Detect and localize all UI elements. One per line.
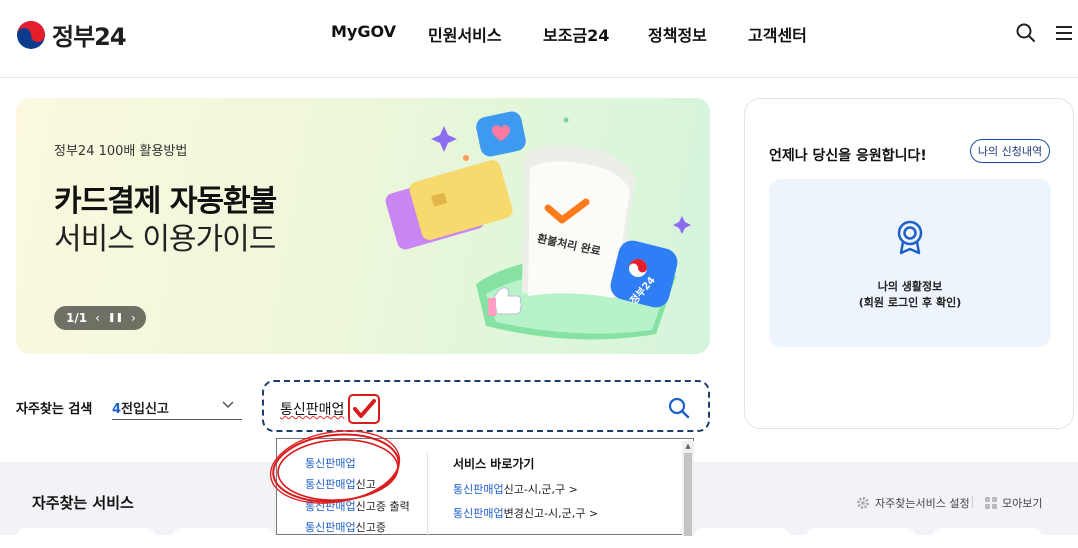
divider xyxy=(972,496,973,508)
service-card[interactable] xyxy=(806,528,916,548)
nav-civil-service[interactable]: 민원서비스 xyxy=(428,22,502,46)
frequent-search-select[interactable]: 4전입신고 xyxy=(112,392,242,420)
autocomplete-item-highlight: 통신판매업 xyxy=(305,521,356,534)
nav-customer-center[interactable]: 고객센터 xyxy=(748,22,807,46)
next-icon[interactable]: › xyxy=(131,311,136,325)
checkmark-icon xyxy=(353,399,376,418)
pause-icon[interactable]: ❚❚ xyxy=(108,313,123,323)
banner-title-2: 서비스 이용가이드 xyxy=(54,222,276,257)
grid-icon xyxy=(985,497,997,509)
collect-view-button[interactable]: 모아보기 xyxy=(985,495,1042,511)
search-submit-icon[interactable] xyxy=(668,397,690,419)
side-panel: 언제나 당신을 응원합니다! 나의 신청내역 나의 생활정보 (회원 로그인 후… xyxy=(744,98,1074,429)
shortcut-link-rest: 변경신고-시,군,구 > xyxy=(503,507,599,520)
service-card[interactable] xyxy=(694,528,790,548)
service-card[interactable] xyxy=(172,528,276,548)
setting-label: 자주찾는서비스 설정 xyxy=(875,497,970,510)
frequent-services-title: 자주찾는 서비스 xyxy=(32,494,134,512)
my-life-info-note: (회원 로그인 후 확인) xyxy=(858,296,962,309)
search-icon[interactable] xyxy=(1015,22,1037,44)
autocomplete-item-rest: 신고증 xyxy=(355,521,386,534)
shortcut-link-highlight: 통신판매업 xyxy=(453,507,504,520)
search-box[interactable]: 통신판매업 xyxy=(262,380,710,432)
banner-pager: 1/1 ‹ ❚❚ › xyxy=(54,306,146,330)
menu-icon[interactable] xyxy=(1053,22,1075,44)
my-applications-button[interactable]: 나의 신청내역 xyxy=(970,139,1050,163)
shortcut-title: 서비스 바로가기 xyxy=(453,457,535,471)
frequent-services-setting[interactable]: 자주찾는서비스 설정 xyxy=(856,495,970,511)
banner-subtitle: 정부24 100배 활용방법 xyxy=(54,144,188,159)
red-circle-annotation xyxy=(269,430,401,504)
chevron-down-icon xyxy=(222,401,234,409)
frequent-value: 전입신고 xyxy=(121,402,169,417)
shortcut-link[interactable]: 통신판매업신고-시,군,구 > xyxy=(453,481,578,497)
frequent-search-label: 자주찾는 검색 xyxy=(16,402,93,417)
search-input[interactable]: 통신판매업 xyxy=(280,399,344,419)
taegeuk-logo-icon xyxy=(17,20,45,49)
my-life-info: 나의 생활정보 (회원 로그인 후 확인) xyxy=(769,279,1051,311)
logo[interactable]: 정부24 xyxy=(16,17,127,52)
banner-page-count: 1/1 xyxy=(66,311,88,325)
logo-text: 정부24 xyxy=(52,23,127,51)
service-card[interactable] xyxy=(16,528,156,548)
shortcut-link[interactable]: 통신판매업변경신고-시,군,구 > xyxy=(453,505,598,521)
checkmark-annotation-box xyxy=(348,394,380,424)
divider xyxy=(427,453,428,536)
award-icon xyxy=(897,220,923,255)
nav-subsidy[interactable]: 보조금24 xyxy=(543,22,609,46)
shortcut-link-highlight: 통신판매업 xyxy=(453,483,504,496)
nav-policy[interactable]: 정책정보 xyxy=(648,22,707,46)
my-life-info-box[interactable]: 나의 생활정보 (회원 로그인 후 확인) xyxy=(769,179,1051,347)
prev-icon[interactable]: ‹ xyxy=(95,311,100,325)
side-title: 언제나 당신을 응원합니다! xyxy=(769,148,927,164)
gear-icon xyxy=(857,497,869,509)
scrollbar-thumb[interactable] xyxy=(684,453,692,536)
scroll-up-icon[interactable]: ▲ xyxy=(682,441,694,451)
refund-illustration: 환불처리 완료 정부24 xyxy=(385,111,691,340)
autocomplete-item[interactable]: 통신판매업신고증 xyxy=(305,519,386,535)
site-header: 정부24 MyGOV 민원서비스 보조금24 정책정보 고객센터 xyxy=(0,0,1078,78)
shortcut-link-rest: 신고-시,군,구 > xyxy=(503,483,578,496)
collect-label: 모아보기 xyxy=(1002,497,1043,510)
my-life-info-title: 나의 생활정보 xyxy=(877,280,943,293)
service-card[interactable] xyxy=(932,528,1042,548)
main-banner[interactable]: 정부24 100배 활용방법 카드결제 자동환불 서비스 이용가이드 1/1 ‹… xyxy=(16,98,710,354)
frequent-rank: 4 xyxy=(112,402,122,417)
nav-mygov[interactable]: MyGOV xyxy=(331,22,396,41)
